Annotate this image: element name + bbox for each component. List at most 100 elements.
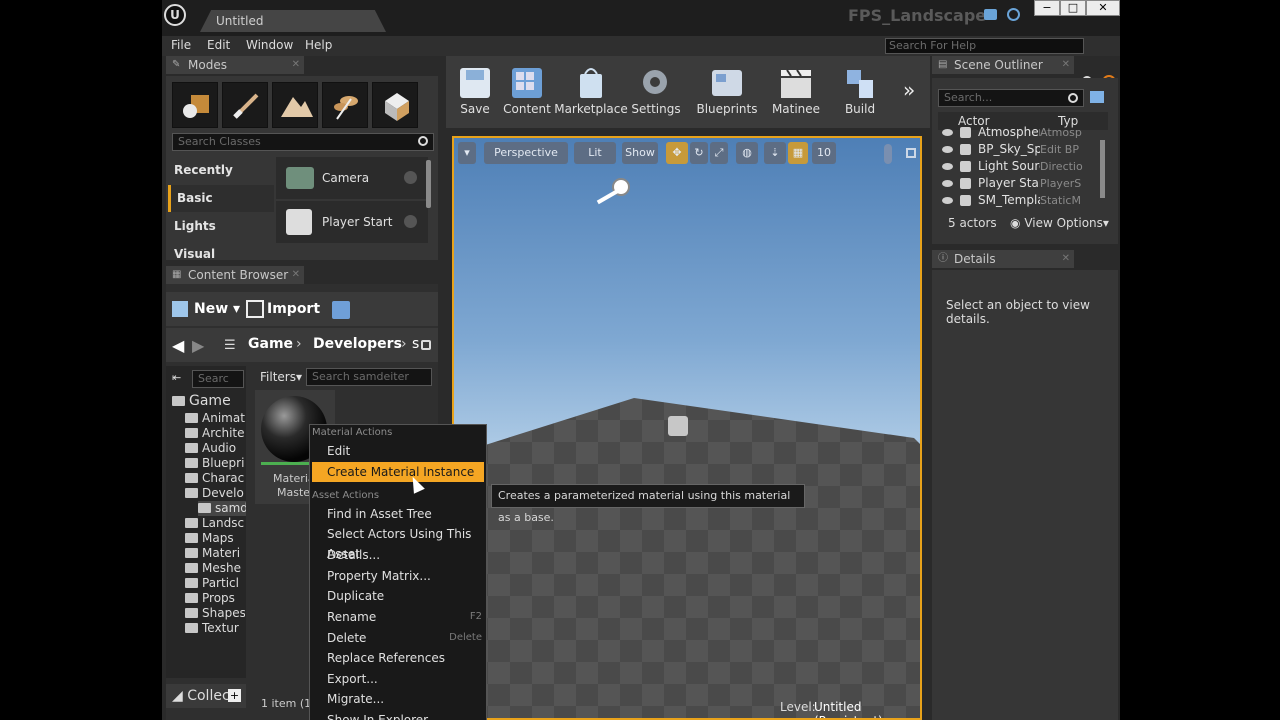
tab-close-icon[interactable]: ✕ xyxy=(292,56,300,74)
mode-landscape-button[interactable] xyxy=(272,82,318,128)
surface-snap-icon[interactable]: ⇣ xyxy=(764,142,786,164)
scale-tool-icon[interactable]: ⤢ xyxy=(710,142,728,164)
maximize-viewport-icon[interactable] xyxy=(906,148,916,158)
create-folder-icon[interactable] xyxy=(1090,91,1104,103)
context-menu-item[interactable]: Export... xyxy=(312,669,484,689)
folder-tree-item[interactable]: Charac xyxy=(185,471,245,486)
new-button[interactable]: New ▾ xyxy=(194,301,240,317)
folder-tree-item[interactable]: Shapes xyxy=(185,606,245,621)
folder-tree-item[interactable]: Develo xyxy=(185,486,245,501)
viewport-options-button[interactable]: ▾ xyxy=(458,142,476,164)
grid-snap-icon[interactable]: ▦ xyxy=(788,142,808,164)
world-local-icon[interactable]: ◍ xyxy=(736,142,758,164)
context-menu-item[interactable]: Migrate... xyxy=(312,689,484,709)
grid-size-value[interactable]: 10 xyxy=(812,142,836,164)
category-visual[interactable]: Visual xyxy=(168,241,274,259)
collections-toggle[interactable]: ◢ Collec xyxy=(172,688,230,704)
mode-paint-button[interactable] xyxy=(222,82,268,128)
context-menu-item[interactable]: Replace References xyxy=(312,648,484,668)
visibility-eye-icon[interactable] xyxy=(942,163,953,170)
update-icon[interactable] xyxy=(1007,8,1020,21)
outliner-row[interactable]: BP_Sky_SpheEdit BP xyxy=(938,141,1108,158)
toolbar-overflow-icon[interactable]: » xyxy=(903,78,915,102)
tab-close-icon[interactable]: ✕ xyxy=(1062,56,1070,74)
context-menu-item[interactable]: Show In Explorer xyxy=(312,710,484,720)
menu-file[interactable]: File xyxy=(171,38,191,52)
translate-tool-icon[interactable]: ✥ xyxy=(666,142,688,164)
context-menu-item[interactable]: Delete Delete xyxy=(312,628,484,648)
visibility-eye-icon[interactable] xyxy=(942,197,953,204)
help-search-input[interactable]: Search For Help xyxy=(885,38,1084,54)
lock-icon[interactable] xyxy=(421,340,431,350)
context-menu-item[interactable]: Find in Asset Tree xyxy=(312,504,484,524)
mode-foliage-button[interactable] xyxy=(322,82,368,128)
breadcrumb-current[interactable]: s xyxy=(412,336,419,352)
perspective-button[interactable]: Perspective xyxy=(484,142,568,164)
folder-tree-item[interactable]: samd xyxy=(198,501,246,516)
add-collection-icon[interactable]: + xyxy=(228,689,241,702)
directional-light-icon[interactable] xyxy=(594,176,634,212)
folder-tree-item[interactable]: Props xyxy=(185,591,245,606)
content-browser-tab[interactable]: ▦ Content Browser ✕ xyxy=(166,266,304,284)
player-start-actor-icon[interactable] xyxy=(668,416,688,436)
folder-search-input[interactable]: Searc xyxy=(192,370,244,388)
folder-tree-item[interactable]: Game xyxy=(172,394,248,412)
feedback-icon[interactable] xyxy=(984,9,997,20)
mode-place-button[interactable] xyxy=(172,82,218,128)
outliner-search-input[interactable]: Search... xyxy=(938,89,1084,107)
toolbar-settings-button[interactable]: Settings xyxy=(625,64,687,122)
toolbar-build-button[interactable]: Build xyxy=(829,64,891,122)
context-menu-item[interactable]: Details... xyxy=(312,545,484,565)
context-menu-item[interactable]: Rename F2 xyxy=(312,607,484,627)
folder-tree-item[interactable]: Maps xyxy=(185,531,245,546)
viewport-scrollbar[interactable] xyxy=(884,144,892,164)
folder-tree-item[interactable]: Audio xyxy=(185,441,245,456)
lit-button[interactable]: Lit xyxy=(574,142,616,164)
filters-button[interactable]: Filters▾ xyxy=(260,370,302,384)
tab-close-icon[interactable]: ✕ xyxy=(1062,250,1070,268)
collapse-tree-icon[interactable]: ⇤ xyxy=(172,371,181,384)
back-arrow-icon[interactable]: ◀ xyxy=(172,336,184,355)
menu-help[interactable]: Help xyxy=(305,38,332,52)
toolbar-content-button[interactable]: Content xyxy=(496,64,558,122)
breadcrumb-developers[interactable]: Developers xyxy=(313,336,402,352)
outliner-row[interactable]: Player StartPlayerS xyxy=(938,175,1108,192)
level-viewport[interactable]: ▾ Perspective Lit Show ✥ ↻ ⤢ ◍ ⇣ ▦ 10 Le… xyxy=(452,136,922,720)
maximize-button[interactable]: □ xyxy=(1060,0,1086,16)
category-lights[interactable]: Lights xyxy=(168,213,274,240)
folder-tree-item[interactable]: Particl xyxy=(185,576,245,591)
category-recently-placed[interactable]: Recently Placed xyxy=(168,157,274,204)
folder-list-icon[interactable]: ☰ xyxy=(224,338,236,353)
visibility-eye-icon[interactable] xyxy=(942,146,953,153)
folder-tree-item[interactable]: Materi xyxy=(185,546,245,561)
folder-tree-item[interactable]: Archite xyxy=(185,426,245,441)
context-menu-item[interactable]: Edit xyxy=(312,441,484,461)
import-button[interactable]: Import xyxy=(267,301,320,317)
breadcrumb-game[interactable]: Game xyxy=(248,336,293,352)
close-button[interactable]: ✕ xyxy=(1086,0,1120,16)
search-classes-input[interactable]: Search Classes xyxy=(172,133,434,151)
context-menu-item[interactable]: Create Material Instance xyxy=(312,462,484,482)
category-basic[interactable]: Basic xyxy=(168,185,274,212)
folder-tree-item[interactable]: Meshe xyxy=(185,561,245,576)
help-icon[interactable] xyxy=(404,171,417,184)
place-item-camera[interactable]: Camera xyxy=(276,157,428,199)
outliner-row[interactable]: Light SourceDirectio xyxy=(938,158,1108,175)
minimize-button[interactable]: − xyxy=(1034,0,1060,16)
context-menu-item[interactable]: Duplicate xyxy=(312,586,484,606)
save-all-icon[interactable] xyxy=(332,301,350,319)
folder-tree-item[interactable]: Landsc xyxy=(185,516,245,531)
tab-close-icon[interactable]: ✕ xyxy=(292,266,300,284)
context-menu-item[interactable]: Select Actors Using This Asset xyxy=(312,524,484,561)
toolbar-marketplace-button[interactable]: Marketplace xyxy=(554,64,628,122)
scene-outliner-tab[interactable]: ▤ Scene Outliner ✕ xyxy=(932,56,1074,74)
folder-tree-item[interactable]: Animat xyxy=(185,411,245,426)
visibility-eye-icon[interactable] xyxy=(942,129,953,136)
folder-tree-item[interactable]: Textur xyxy=(185,621,245,636)
toolbar-matinee-button[interactable]: Matinee xyxy=(765,64,827,122)
forward-arrow-icon[interactable]: ▶ xyxy=(192,336,204,355)
menu-edit[interactable]: Edit xyxy=(207,38,230,52)
outliner-scrollbar[interactable] xyxy=(1100,140,1105,198)
asset-search-input[interactable]: Search samdeiter xyxy=(306,368,432,386)
modes-tab[interactable]: ✎ Modes ✕ xyxy=(166,56,304,74)
